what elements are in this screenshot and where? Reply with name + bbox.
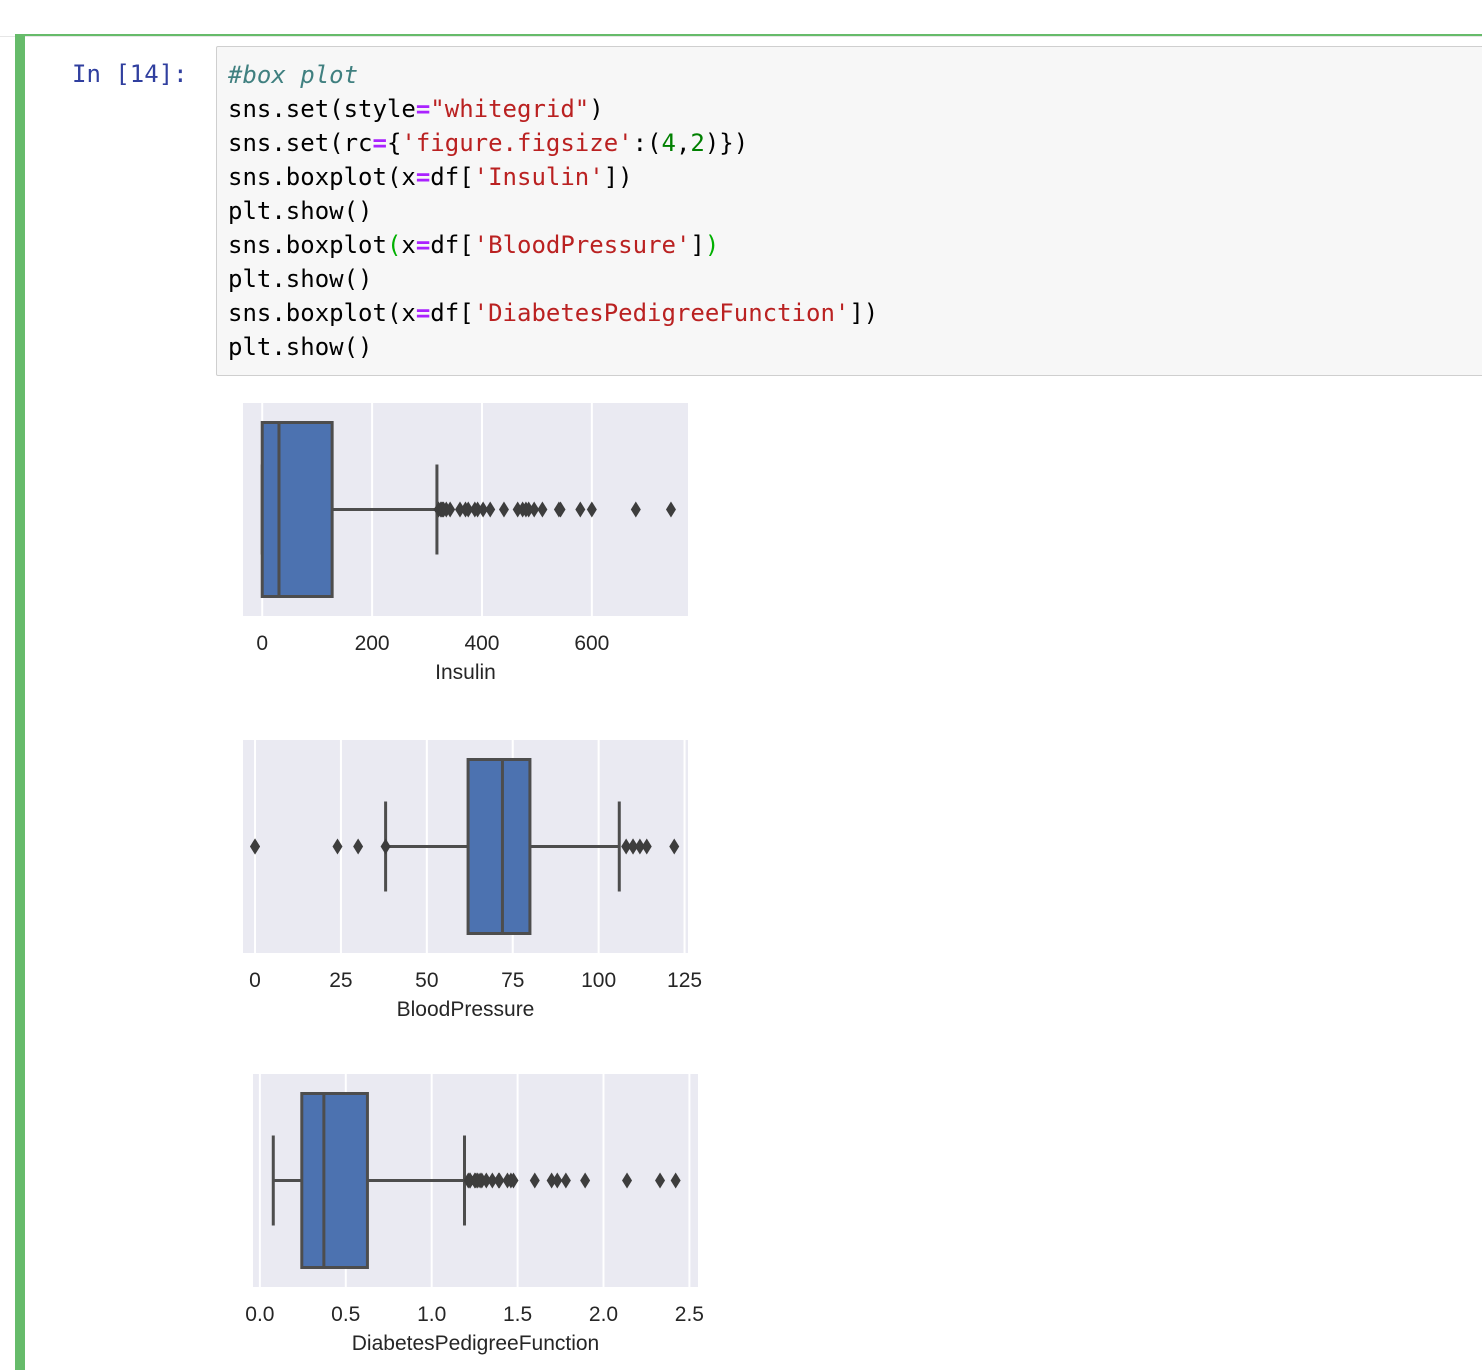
x-axis-label: Insulin xyxy=(435,661,496,684)
box-iqr xyxy=(466,758,532,935)
tick-label: 0.0 xyxy=(245,1303,274,1326)
code-token: = xyxy=(415,299,431,327)
code-token: ) xyxy=(589,95,604,123)
code-token: 'figure.figsize' xyxy=(401,129,633,157)
code-token: = xyxy=(372,129,387,157)
code-line: plt.show() xyxy=(228,194,878,228)
code-token: 4 xyxy=(661,129,676,157)
input-prompt: In [14]: xyxy=(72,60,188,88)
code-token: plt.show() xyxy=(228,265,373,293)
code-token: = xyxy=(415,95,431,123)
code-token: :( xyxy=(632,129,662,157)
tick-label: 75 xyxy=(501,969,524,992)
code-token: = xyxy=(415,163,431,191)
code-token: df[ xyxy=(430,299,474,327)
code-token: sns.set(style xyxy=(228,95,416,123)
tick-label: 125 xyxy=(667,969,702,992)
tick-label: 2.5 xyxy=(675,1303,704,1326)
x-axis-label: BloodPressure xyxy=(397,998,535,1021)
diabetespedigree-boxplot: 0.0 0.5 1.0 1.5 2.0 2.5 DiabetesPedigreeFuncti… xyxy=(230,1066,730,1366)
code-token: x xyxy=(401,231,416,259)
bloodpressure-boxplot-svg: 0 25 50 75 100 125 BloodPressure xyxy=(243,740,702,1021)
code-token: , xyxy=(675,129,691,157)
code-token: ]) xyxy=(603,163,633,191)
tick-label: 100 xyxy=(581,969,616,992)
tick-label: 50 xyxy=(415,969,438,992)
notebook-toolbar-edge xyxy=(0,0,1482,37)
tick-label: 200 xyxy=(355,632,390,655)
code-token: 2 xyxy=(690,129,705,157)
tick-label: 600 xyxy=(574,632,609,655)
code-token: #box plot xyxy=(228,61,359,89)
code-token: plt.show() xyxy=(228,197,373,225)
code-line: sns.boxplot(x=df['DiabetesPedigreeFuncti… xyxy=(228,296,878,330)
code-token: df[ xyxy=(430,163,474,191)
code-token: )}) xyxy=(704,129,749,157)
code-editor[interactable]: #box plot sns.set(style="whitegrid") sns.s… xyxy=(228,58,878,364)
code-token: sns.set(rc xyxy=(228,129,373,157)
x-axis-label: DiabetesPedigreeFunction xyxy=(352,1332,600,1355)
tick-label: 1.0 xyxy=(417,1303,446,1326)
code-line: sns.set(rc={'figure.figsize':(4,2)}) xyxy=(228,126,878,160)
box-iqr xyxy=(300,1092,369,1269)
code-token: 'BloodPressure' xyxy=(473,231,691,259)
code-line: plt.show() xyxy=(228,330,878,364)
code-token: ]) xyxy=(849,299,879,327)
code-token: df[ xyxy=(430,231,474,259)
code-token: 'DiabetesPedigreeFunction' xyxy=(473,299,850,327)
bloodpressure-boxplot: 0 25 50 75 100 125 BloodPressure xyxy=(220,732,720,1032)
tick-label: 2.0 xyxy=(589,1303,618,1326)
code-line: sns.boxplot(x=df['BloodPressure']) xyxy=(228,228,878,262)
tick-label: 0 xyxy=(256,632,268,655)
code-token: sns.boxplot(x xyxy=(228,299,416,327)
code-token: ( xyxy=(386,231,402,259)
tick-label: 0.5 xyxy=(331,1303,360,1326)
code-token: = xyxy=(415,231,431,259)
code-token: ] xyxy=(690,231,705,259)
code-token: sns.boxplot(x xyxy=(228,163,416,191)
code-line: sns.boxplot(x=df['Insulin']) xyxy=(228,160,878,194)
diabetespedigree-boxplot-svg: 0.0 0.5 1.0 1.5 2.0 2.5 DiabetesPedigreeFuncti… xyxy=(245,1074,704,1355)
tick-label: 1.5 xyxy=(503,1303,532,1326)
cell-selection-bar xyxy=(15,34,25,1370)
code-token: { xyxy=(386,129,402,157)
code-line: plt.show() xyxy=(228,262,878,296)
code-token: plt.show() xyxy=(228,333,373,361)
tick-label: 0 xyxy=(249,969,261,992)
code-token: ) xyxy=(704,231,720,259)
code-line: #box plot xyxy=(228,58,878,92)
code-line: sns.set(style="whitegrid") xyxy=(228,92,878,126)
tick-label: 25 xyxy=(329,969,352,992)
box-iqr xyxy=(260,421,334,598)
code-token: sns.boxplot xyxy=(228,231,387,259)
insulin-boxplot-svg: 0 200 400 600 Insulin xyxy=(243,403,688,684)
insulin-boxplot: 0 200 400 600 Insulin xyxy=(220,395,720,695)
code-token: 'Insulin' xyxy=(473,163,604,191)
code-token: "whitegrid" xyxy=(430,95,590,123)
tick-label: 400 xyxy=(464,632,499,655)
